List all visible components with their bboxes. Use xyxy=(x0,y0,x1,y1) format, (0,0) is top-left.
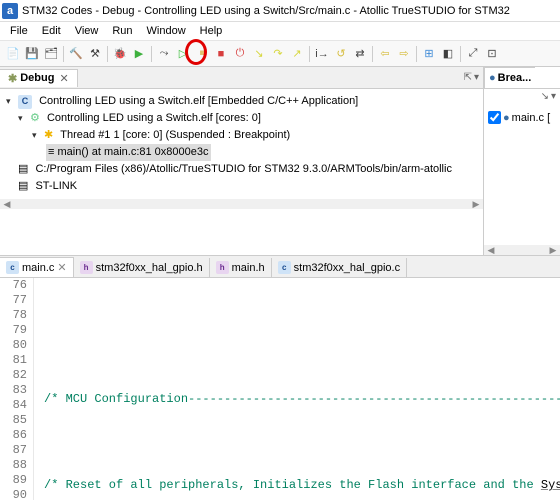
debug-icon[interactable]: 🐞 xyxy=(111,45,129,63)
toolbar: 📄 💾 🗂 🔨 ⚒ 🐞 ▶ ⤳ ▷ ⏸ ■ ⏻ ↘ ↷ ↗ i→ ↺ ⇄ ⇦ ⇨… xyxy=(0,41,560,67)
editor-tabs: c main.c ✕ h stm32f0xx_hal_gpio.h h main… xyxy=(0,256,560,278)
tab-main-c[interactable]: c main.c ✕ xyxy=(0,257,74,277)
bug-icon: ✱ xyxy=(8,72,17,85)
tab-hal-gpio-c[interactable]: c stm32f0xx_hal_gpio.c xyxy=(272,258,407,277)
brk-tool-2-icon[interactable]: ▾ xyxy=(551,91,556,105)
menu-file[interactable]: File xyxy=(4,23,34,39)
c-file-icon: c xyxy=(6,261,19,274)
stack-icon: ≡ xyxy=(48,146,54,158)
resume-icon[interactable]: ▷ xyxy=(174,45,192,63)
terminate-icon[interactable]: ■ xyxy=(212,45,230,63)
c-file-icon: c xyxy=(278,261,291,274)
stlink-icon: ▤ xyxy=(18,178,28,195)
menu-view[interactable]: View xyxy=(69,23,105,39)
tab-hal-gpio-h[interactable]: h stm32f0xx_hal_gpio.h xyxy=(74,258,210,277)
scroll-left-icon[interactable]: ◀ xyxy=(484,245,498,255)
gutter[interactable]: 76 77 78 79 80 81 82 83 84 85 86 87 88 8… xyxy=(0,278,34,500)
menu-edit[interactable]: Edit xyxy=(36,23,67,39)
tree-proc[interactable]: Controlling LED using a Switch.elf [core… xyxy=(47,110,261,127)
zoom-icon[interactable]: ⤢ xyxy=(464,45,482,63)
toggle-icon[interactable]: ⇄ xyxy=(351,45,369,63)
editor: c main.c ✕ h stm32f0xx_hal_gpio.h h main… xyxy=(0,255,560,500)
build-all-icon[interactable]: ⚒ xyxy=(86,45,104,63)
disconnect-icon[interactable]: ⏻ xyxy=(231,45,249,63)
menu-icon[interactable]: ▾ xyxy=(474,72,479,83)
breakpoint-item[interactable]: ● main.c [ xyxy=(488,111,556,124)
breakpoints-tab[interactable]: ● Brea... xyxy=(484,67,535,88)
debug-view: ✱ Debug ✕ ⇱ ▾ ▾C Controlling LED using a… xyxy=(0,67,484,255)
debug-tab[interactable]: ✱ Debug ✕ xyxy=(0,69,78,87)
tab-label: main.h xyxy=(232,262,265,274)
tree-frame[interactable]: main() at main.c:81 0x8000e3c xyxy=(57,146,208,158)
menubar: File Edit View Run Window Help xyxy=(0,22,560,41)
build-icon[interactable]: 🔨 xyxy=(67,45,85,63)
brk-tool-1-icon[interactable]: ↘ xyxy=(541,91,549,105)
run-icon[interactable]: ▶ xyxy=(130,45,148,63)
menu-run[interactable]: Run xyxy=(106,23,138,39)
thread-icon: ✱ xyxy=(44,127,53,144)
breakpoints-view: ● Brea... ↘ ▾ ● main.c [ ◀ ▶ xyxy=(484,67,560,255)
restart-icon[interactable]: ↺ xyxy=(332,45,350,63)
tab-label: main.c xyxy=(22,262,54,274)
new-icon[interactable]: 📄 xyxy=(4,45,22,63)
debug-tab-label: Debug xyxy=(20,72,54,84)
app-icon: a xyxy=(2,3,18,19)
collapse-icon[interactable]: ⇱ xyxy=(464,72,472,83)
tab-label: stm32f0xx_hal_gpio.h xyxy=(96,262,203,274)
breakpoint-dot-icon: ● xyxy=(503,112,510,124)
breakpoint-checkbox[interactable] xyxy=(488,111,501,124)
perspective-icon[interactable]: ⊞ xyxy=(420,45,438,63)
back-icon[interactable]: ⇦ xyxy=(376,45,394,63)
close-icon[interactable]: ✕ xyxy=(57,261,66,274)
breakpoint-dot-icon: ● xyxy=(489,72,496,84)
app-c-icon: C xyxy=(18,95,32,109)
save-all-icon[interactable]: 🗂 xyxy=(42,45,60,63)
tab-label: stm32f0xx_hal_gpio.c xyxy=(294,262,400,274)
tree-stlink[interactable]: ST-LINK xyxy=(35,178,77,195)
menu-help[interactable]: Help xyxy=(194,23,229,39)
forward-icon[interactable]: ⇨ xyxy=(395,45,413,63)
step-return-icon[interactable]: ↗ xyxy=(288,45,306,63)
scroll-left-icon[interactable]: ◀ xyxy=(0,199,14,209)
open-persp-icon[interactable]: ◧ xyxy=(439,45,457,63)
h-file-icon: h xyxy=(216,261,229,274)
h-file-icon: h xyxy=(80,261,93,274)
suspend-icon[interactable]: ⏸ xyxy=(193,45,211,63)
debug-pane-toolbar: ⇱ ▾ xyxy=(464,72,483,83)
gear-icon: ⚙ xyxy=(30,110,40,127)
tree-gdb[interactable]: C:/Program Files (x86)/Atollic/TrueSTUDI… xyxy=(35,161,451,178)
workspace: ✱ Debug ✕ ⇱ ▾ ▾C Controlling LED using a… xyxy=(0,67,560,255)
breakpoints-tab-label: Brea... xyxy=(498,72,532,84)
scroll-right-icon[interactable]: ▶ xyxy=(546,245,560,255)
step-over-icon[interactable]: ↷ xyxy=(269,45,287,63)
misc-icon[interactable]: ⊡ xyxy=(483,45,501,63)
tree-thread[interactable]: Thread #1 1 [core: 0] (Suspended : Break… xyxy=(60,127,290,144)
tab-main-h[interactable]: h main.h xyxy=(210,258,272,277)
skip-icon[interactable]: ⤳ xyxy=(155,45,173,63)
code-area[interactable]: /* MCU Configuration--------------------… xyxy=(34,278,560,500)
instruction-step-icon[interactable]: i→ xyxy=(313,45,331,63)
step-into-icon[interactable]: ↘ xyxy=(250,45,268,63)
tree-root[interactable]: Controlling LED using a Switch.elf [Embe… xyxy=(39,93,358,110)
breakpoint-label: main.c [ xyxy=(512,112,551,124)
gdb-icon: ▤ xyxy=(18,161,28,178)
debug-tree[interactable]: ▾C Controlling LED using a Switch.elf [E… xyxy=(0,89,483,199)
close-icon[interactable]: ✕ xyxy=(59,72,68,85)
titlebar: a STM32 Codes - Debug - Controlling LED … xyxy=(0,0,560,22)
save-icon[interactable]: 💾 xyxy=(23,45,41,63)
scroll-right-icon[interactable]: ▶ xyxy=(469,199,483,209)
menu-window[interactable]: Window xyxy=(141,23,192,39)
editor-body[interactable]: 76 77 78 79 80 81 82 83 84 85 86 87 88 8… xyxy=(0,278,560,500)
window-title: STM32 Codes - Debug - Controlling LED us… xyxy=(22,5,510,17)
